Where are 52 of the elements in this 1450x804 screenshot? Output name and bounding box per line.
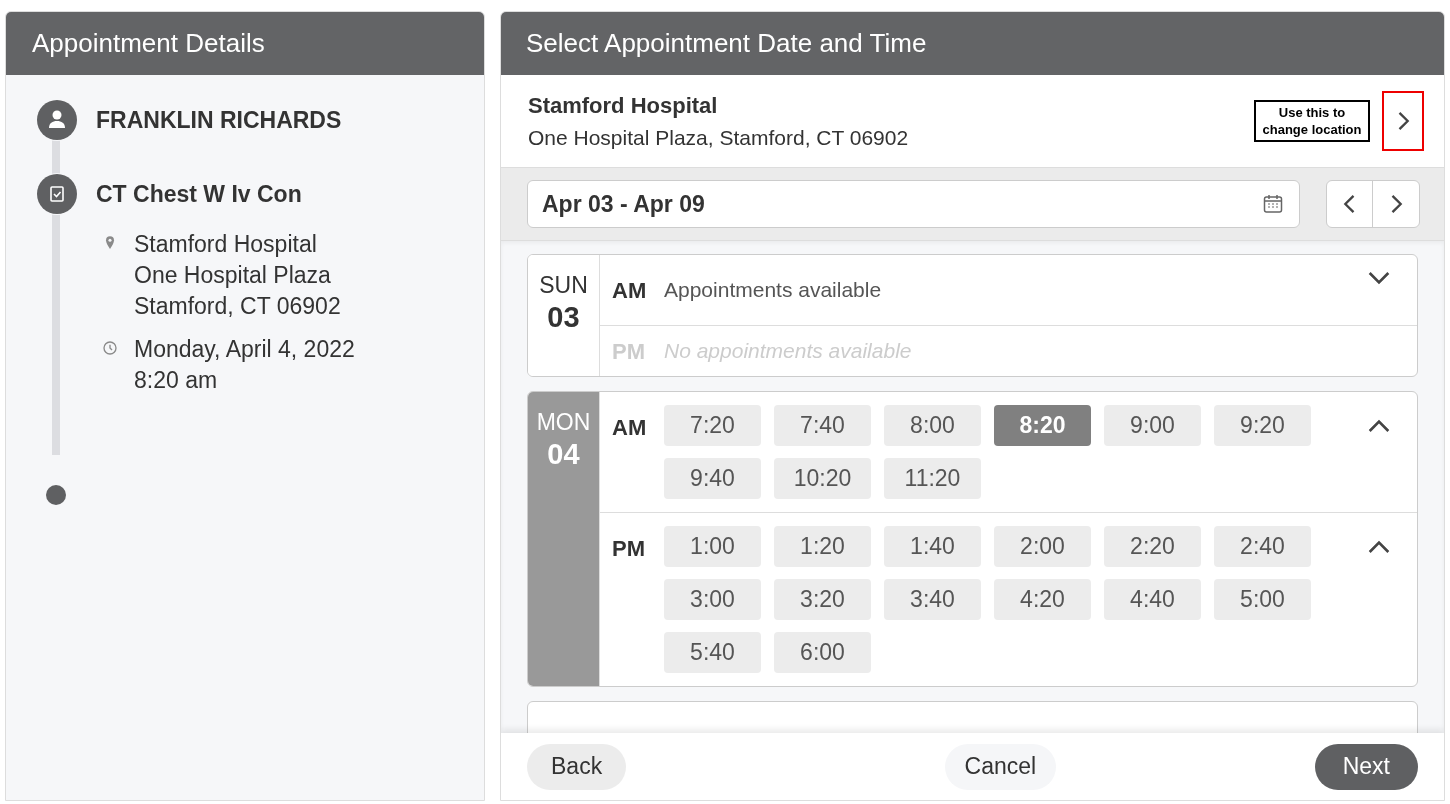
time-slot[interactable]: 1:20 (774, 526, 871, 567)
detail-line: Stamford, CT 06902 (134, 292, 341, 321)
location-address: One Hospital Plaza, Stamford, CT 06902 (528, 124, 909, 151)
time-slot[interactable]: 1:40 (884, 526, 981, 567)
panel-title: Appointment Details (6, 12, 484, 75)
detail-line: One Hospital Plaza (134, 261, 332, 290)
date-range-field[interactable]: Apr 03 - Apr 09 (527, 180, 1300, 228)
day-number: 03 (547, 300, 580, 335)
step-title: CT Chest W Iv Con (96, 179, 302, 209)
calendar-icon (1261, 192, 1285, 216)
location-name: Stamford Hospital (528, 91, 719, 120)
weekday-label: MON (536, 408, 591, 436)
next-button[interactable]: Next (1314, 743, 1418, 790)
panel-title: Select Appointment Date and Time (501, 12, 1444, 75)
day-number: 04 (547, 437, 580, 472)
period-label: AM (612, 276, 648, 305)
time-slot[interactable]: 6:00 (774, 632, 871, 673)
time-slot[interactable]: 11:20 (884, 458, 981, 499)
change-location-button[interactable] (1382, 91, 1424, 151)
period-label: PM (612, 535, 646, 563)
clipboard-check-icon (37, 174, 77, 214)
time-slot[interactable]: 3:40 (884, 579, 981, 620)
step-title: FRANKLIN RICHARDS (96, 105, 342, 135)
time-slot[interactable]: 9:20 (1214, 405, 1311, 446)
annotation-callout: Use this to change location (1254, 100, 1370, 142)
time-slot[interactable]: 2:00 (994, 526, 1091, 567)
detail-line: Stamford Hospital (134, 230, 318, 259)
time-slot[interactable]: 7:40 (774, 405, 871, 446)
time-slot[interactable]: 2:20 (1104, 526, 1201, 567)
detail-line: 8:20 am (134, 366, 219, 395)
time-slot[interactable]: 8:20 (994, 405, 1091, 446)
availability-text: Appointments available (664, 277, 883, 304)
time-slot[interactable]: 7:20 (664, 405, 761, 446)
time-slot[interactable]: 4:20 (994, 579, 1091, 620)
time-slot[interactable]: 2:40 (1214, 526, 1311, 567)
time-slot[interactable]: 1:00 (664, 526, 761, 567)
time-slot[interactable]: 8:00 (884, 405, 981, 446)
time-slot[interactable]: 4:40 (1104, 579, 1201, 620)
period-label: AM (612, 414, 648, 442)
time-slot[interactable]: 5:00 (1214, 579, 1311, 620)
clock-icon (102, 340, 118, 356)
back-button[interactable]: Back (527, 743, 627, 790)
weekday-label: SUN (539, 271, 588, 299)
time-slot[interactable]: 9:40 (664, 458, 761, 499)
time-slot[interactable]: 5:40 (664, 632, 761, 673)
time-slot[interactable]: 10:20 (774, 458, 871, 499)
time-slot[interactable]: 9:00 (1104, 405, 1201, 446)
detail-line: Monday, April 4, 2022 (134, 335, 355, 364)
time-slot[interactable]: 3:20 (774, 579, 871, 620)
time-slot[interactable]: 3:00 (664, 579, 761, 620)
cancel-button[interactable]: Cancel (944, 743, 1057, 790)
person-icon (37, 100, 77, 140)
